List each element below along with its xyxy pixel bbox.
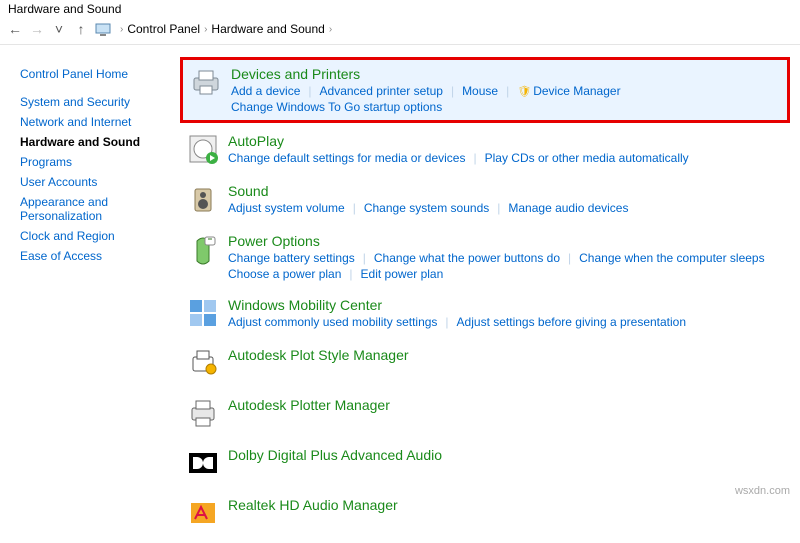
category-links: Choose a power plan | Edit power plan bbox=[228, 267, 786, 281]
category: AutoPlay Change default settings for medi… bbox=[180, 129, 790, 171]
divider bbox=[0, 44, 800, 45]
link-divider: | bbox=[506, 84, 509, 98]
link-divider: | bbox=[353, 201, 356, 215]
task-link[interactable]: Change Windows To Go startup options bbox=[231, 100, 442, 114]
shield-icon: 🛡 bbox=[517, 86, 531, 98]
task-link[interactable]: Adjust settings before giving a presenta… bbox=[457, 315, 686, 329]
sidebar-item[interactable]: Programs bbox=[20, 155, 180, 169]
forward-button[interactable]: → bbox=[28, 21, 46, 37]
task-link[interactable]: 🛡Device Manager bbox=[517, 84, 620, 98]
category: Autodesk Plotter Manager bbox=[180, 393, 790, 435]
plotstyle-icon bbox=[184, 347, 222, 381]
link-divider: | bbox=[473, 151, 476, 165]
breadcrumb-item[interactable]: Control Panel bbox=[127, 22, 200, 36]
category: Dolby Digital Plus Advanced Audio bbox=[180, 443, 790, 485]
category-title[interactable]: Sound bbox=[228, 183, 268, 199]
task-link[interactable]: Adjust commonly used mobility settings bbox=[228, 315, 437, 329]
chevron-right-icon: › bbox=[329, 24, 332, 35]
link-divider: | bbox=[363, 251, 366, 265]
link-divider: | bbox=[568, 251, 571, 265]
category-title[interactable]: Devices and Printers bbox=[231, 66, 360, 82]
category-title[interactable]: Autodesk Plot Style Manager bbox=[228, 347, 409, 363]
mobility-icon bbox=[184, 297, 222, 331]
category-links: Change Windows To Go startup options bbox=[231, 100, 783, 114]
main-content: Devices and Printers Add a device | Advance… bbox=[180, 51, 800, 543]
sidebar: Control Panel Home System and Security Ne… bbox=[0, 51, 180, 543]
category-title[interactable]: Dolby Digital Plus Advanced Audio bbox=[228, 447, 442, 463]
control-panel-icon bbox=[94, 20, 112, 38]
category-links: Change battery settings | Change what the … bbox=[228, 251, 786, 265]
watermark: wsxdn.com bbox=[735, 485, 790, 497]
sidebar-item[interactable]: Clock and Region bbox=[20, 229, 180, 243]
printer-icon bbox=[187, 66, 225, 100]
link-divider: | bbox=[497, 201, 500, 215]
task-link[interactable]: Adjust system volume bbox=[228, 201, 345, 215]
sidebar-item[interactable]: Hardware and Sound bbox=[20, 135, 180, 149]
category-links: Add a device | Advanced printer setup | Mous… bbox=[231, 84, 783, 98]
task-link[interactable]: Mouse bbox=[462, 84, 498, 98]
category: Devices and Printers Add a device | Advance… bbox=[180, 57, 790, 123]
category-title[interactable]: Windows Mobility Center bbox=[228, 297, 382, 313]
back-button[interactable]: ← bbox=[6, 21, 24, 37]
sidebar-item[interactable]: Appearance and Personalization bbox=[20, 195, 180, 223]
category: Sound Adjust system volume | Change system … bbox=[180, 179, 790, 221]
link-divider: | bbox=[451, 84, 454, 98]
chevron-right-icon: › bbox=[204, 24, 207, 35]
sidebar-item[interactable]: User Accounts bbox=[20, 175, 180, 189]
link-divider: | bbox=[445, 315, 448, 329]
category-title[interactable]: Power Options bbox=[228, 233, 320, 249]
up-button[interactable]: ↑ bbox=[72, 21, 90, 37]
category: Windows Mobility Center Adjust commonly u… bbox=[180, 293, 790, 335]
category-links: Adjust system volume | Change system sound… bbox=[228, 201, 786, 215]
battery-icon bbox=[184, 233, 222, 267]
history-dropdown[interactable]: ˅ bbox=[50, 21, 68, 37]
breadcrumb-item[interactable]: Hardware and Sound bbox=[211, 22, 324, 36]
task-link[interactable]: Edit power plan bbox=[361, 267, 444, 281]
window-title: Hardware and Sound bbox=[0, 0, 800, 18]
dolby-icon bbox=[184, 447, 222, 481]
category-title[interactable]: AutoPlay bbox=[228, 133, 284, 149]
category: Realtek HD Audio Manager bbox=[180, 493, 790, 535]
category-title[interactable]: Autodesk Plotter Manager bbox=[228, 397, 390, 413]
plotter-icon bbox=[184, 397, 222, 431]
task-link[interactable]: Manage audio devices bbox=[508, 201, 628, 215]
chevron-right-icon: › bbox=[120, 24, 123, 35]
sidebar-item[interactable]: Network and Internet bbox=[20, 115, 180, 129]
link-divider: | bbox=[349, 267, 352, 281]
breadcrumb: › Control Panel › Hardware and Sound › bbox=[120, 22, 332, 36]
control-panel-home-link[interactable]: Control Panel Home bbox=[20, 67, 180, 81]
category-links: Change default settings for media or dev… bbox=[228, 151, 786, 165]
task-link[interactable]: Change default settings for media or dev… bbox=[228, 151, 465, 165]
task-link[interactable]: Change battery settings bbox=[228, 251, 355, 265]
task-link[interactable]: Change system sounds bbox=[364, 201, 489, 215]
autoplay-icon bbox=[184, 133, 222, 167]
task-link[interactable]: Change what the power buttons do bbox=[374, 251, 560, 265]
category-links: Adjust commonly used mobility settings | A… bbox=[228, 315, 786, 329]
category-title[interactable]: Realtek HD Audio Manager bbox=[228, 497, 398, 513]
category: Autodesk Plot Style Manager bbox=[180, 343, 790, 385]
task-link[interactable]: Play CDs or other media automatically bbox=[485, 151, 689, 165]
realtek-icon bbox=[184, 497, 222, 531]
task-link[interactable]: Add a device bbox=[231, 84, 300, 98]
task-link[interactable]: Advanced printer setup bbox=[320, 84, 443, 98]
nav-bar: ← → ˅ ↑ › Control Panel › Hardware and S… bbox=[0, 18, 800, 44]
task-link[interactable]: Choose a power plan bbox=[228, 267, 341, 281]
category: Power OptionsChange battery settings|Cha… bbox=[180, 229, 790, 285]
link-divider: | bbox=[308, 84, 311, 98]
speaker-icon bbox=[184, 183, 222, 217]
sidebar-item[interactable]: Ease of Access bbox=[20, 249, 180, 263]
sidebar-item[interactable]: System and Security bbox=[20, 95, 180, 109]
task-link[interactable]: Change when the computer sleeps bbox=[579, 251, 764, 265]
